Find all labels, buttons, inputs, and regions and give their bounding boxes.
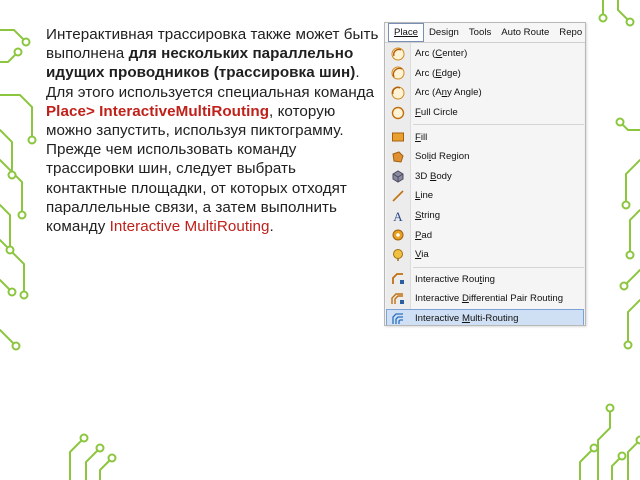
menu-separator [413,266,584,268]
svg-text:A: A [393,209,403,223]
menubar: Place Design Tools Auto Route Repo [385,23,585,43]
full-circle-icon [386,106,410,120]
menubar-reports[interactable]: Repo [554,24,585,41]
interactive-routing-icon [386,272,410,286]
menu-item-arc-center[interactable]: Arc (Center) [386,44,584,64]
menu-item-3d-body[interactable]: 3D Body [386,167,584,187]
text-command-interactive-multirouting: Interactive MultiRouting [109,218,270,236]
text-command-place: Place> InteractiveMultiRouting [46,102,270,120]
string-icon: A [386,209,410,223]
arc-edge-icon [386,66,410,80]
menu-item-interactive-multi-routing[interactable]: Interactive Multi-Routing [386,308,584,325]
menu-item-string[interactable]: A String [386,206,584,226]
menu-item-arc-any-angle[interactable]: Arc (Any Angle) [386,83,584,103]
menubar-tools[interactable]: Tools [464,24,496,41]
menubar-place[interactable]: Place [388,23,424,42]
multi-routing-icon [386,312,410,325]
place-menu-dropdown: Arc (Center) Arc (Edge) Arc (Any Angle) … [386,43,584,325]
arc-any-angle-icon [386,86,410,100]
solid-region-icon [386,150,410,164]
menubar-design[interactable]: Design [424,24,464,41]
fill-icon [386,130,410,144]
menu-item-line[interactable]: Line [386,186,584,206]
via-icon [386,248,410,262]
menu-item-interactive-routing[interactable]: Interactive Routing [386,270,584,290]
menu-item-fill[interactable]: Fill [386,127,584,147]
menu-item-arc-edge[interactable]: Arc (Edge) [386,64,584,84]
arc-center-icon [386,47,410,61]
place-menu-screenshot: Place Design Tools Auto Route Repo Arc (… [384,22,586,326]
3d-body-icon [386,169,410,183]
description-paragraph: Интерактивная трассировка также может бы… [46,25,381,236]
pad-icon [386,228,410,242]
diff-pair-routing-icon [386,292,410,306]
menu-item-via[interactable]: Via [386,245,584,265]
menubar-auto-route[interactable]: Auto Route [496,24,554,41]
menu-item-interactive-diff-pair-routing[interactable]: Interactive Differential Pair Routing [386,289,584,309]
menu-item-pad[interactable]: Pad [386,225,584,245]
text-period: . [269,218,274,236]
menu-separator [413,124,584,126]
menu-item-full-circle[interactable]: Full Circle [386,103,584,123]
menu-item-solid-region[interactable]: Solid Region [386,147,584,167]
text-part-5: , которую можно запустить, используя пик… [46,102,347,236]
line-icon [386,189,410,203]
